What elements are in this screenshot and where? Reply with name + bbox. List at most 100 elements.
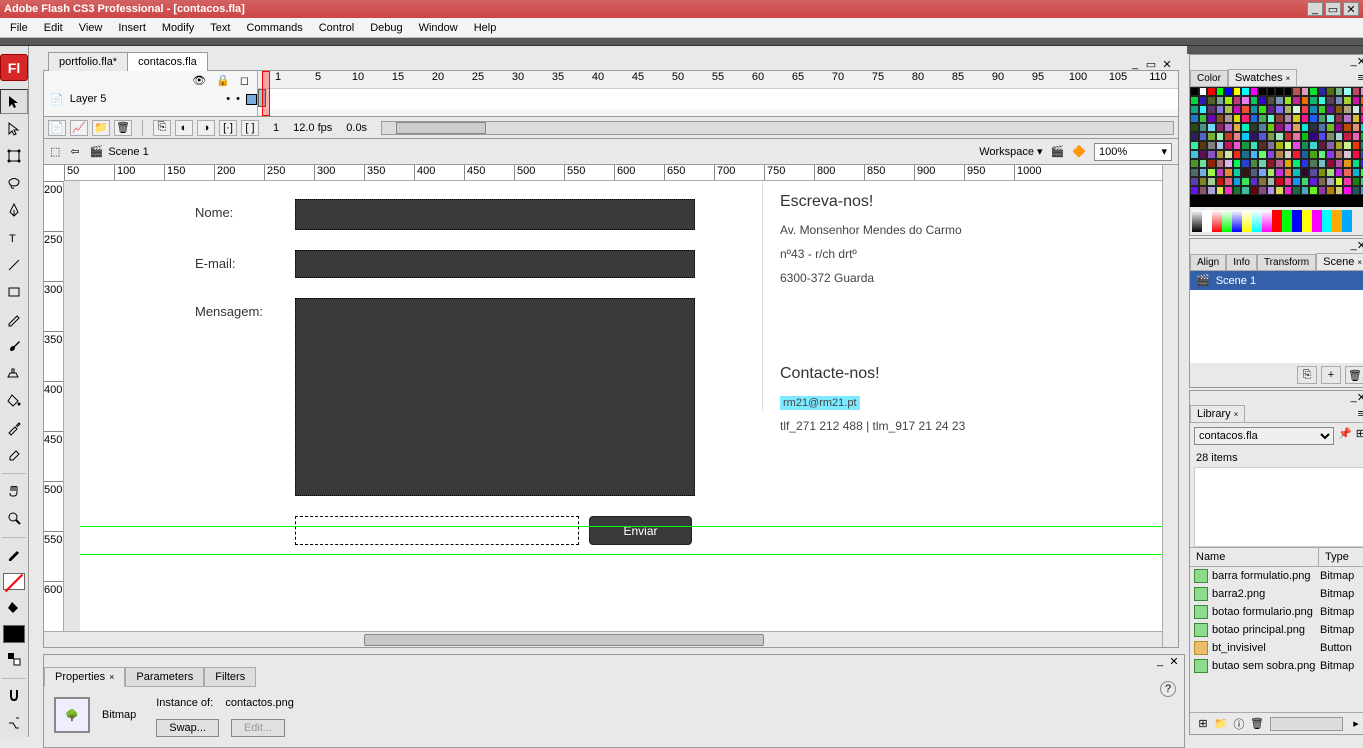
lib-scrollbar[interactable]	[1270, 717, 1343, 731]
menu-commands[interactable]: Commands	[238, 20, 310, 36]
onion-skin-icon[interactable]: ◐	[175, 120, 193, 136]
menu-help[interactable]: Help	[466, 20, 505, 36]
duplicate-scene-icon[interactable]: ⎘	[1297, 366, 1317, 384]
library-item[interactable]: butao sem sobra.pngBitmap	[1190, 657, 1363, 675]
fill-swatch[interactable]	[3, 625, 25, 642]
panel-close-icon[interactable]: ✕	[1167, 655, 1181, 667]
snap-tool-icon[interactable]	[0, 683, 28, 708]
delete-icon[interactable]: 🗑	[1248, 716, 1266, 732]
frames-row[interactable]	[258, 89, 1178, 109]
lasso-tool-icon[interactable]	[0, 171, 28, 196]
library-item[interactable]: barra formulatio.pngBitmap	[1190, 567, 1363, 585]
right-grip-top[interactable]	[1187, 46, 1363, 54]
panel-menu-icon[interactable]: ≡	[1353, 406, 1363, 422]
edit-scene-icon[interactable]: ⬚	[50, 145, 60, 158]
panel-min-icon[interactable]: _	[1153, 655, 1167, 667]
eyedropper-tool-icon[interactable]	[0, 415, 28, 440]
menu-edit[interactable]: Edit	[36, 20, 71, 36]
guide-line[interactable]	[80, 554, 1162, 555]
menu-control[interactable]: Control	[311, 20, 362, 36]
eye-icon[interactable]: 👁	[192, 74, 206, 87]
minimize-icon[interactable]: _	[1307, 2, 1323, 16]
menu-debug[interactable]: Debug	[362, 20, 410, 36]
free-transform-tool-icon[interactable]	[0, 143, 28, 168]
new-symbol-icon[interactable]: ⊞	[1194, 716, 1212, 732]
layer-lock-dot[interactable]: •	[236, 93, 240, 105]
playhead[interactable]	[262, 71, 270, 116]
pin-icon[interactable]: 📌	[1338, 427, 1352, 445]
tab-scene[interactable]: Scene×	[1316, 253, 1363, 270]
tab-align[interactable]: Align	[1190, 254, 1226, 270]
brush-tool-icon[interactable]	[0, 333, 28, 358]
new-folder-icon[interactable]: 📁	[92, 120, 110, 136]
new-folder-icon[interactable]: 📁	[1212, 716, 1230, 732]
hand-tool-icon[interactable]	[0, 478, 28, 503]
zoom-tool-icon[interactable]	[0, 505, 28, 530]
tab-filters[interactable]: Filters	[204, 667, 256, 687]
onion-outline-icon[interactable]: ◑	[197, 120, 215, 136]
modify-onion-icon[interactable]: [ ]	[241, 120, 259, 136]
menu-window[interactable]: Window	[411, 20, 466, 36]
scene-name[interactable]: Scene 1	[108, 146, 148, 158]
help-icon[interactable]: ?	[1160, 681, 1176, 697]
lock-icon[interactable]: 🔒	[216, 74, 230, 87]
tab-color[interactable]: Color	[1190, 70, 1228, 86]
stroke-swatch[interactable]	[3, 573, 25, 590]
back-arrow-icon[interactable]: ⇦	[70, 145, 79, 158]
timeline-scrollbar[interactable]	[381, 121, 1174, 135]
edit-symbols-icon[interactable]: 🔶	[1072, 145, 1086, 158]
ink-bottle-tool-icon[interactable]	[0, 361, 28, 386]
tab-swatches[interactable]: Swatches×	[1228, 69, 1297, 86]
paint-bucket-tool-icon[interactable]	[0, 388, 28, 413]
center-frame-icon[interactable]: ⎘	[153, 120, 171, 136]
guide-line[interactable]	[80, 526, 1162, 527]
doc-restore-icon[interactable]: ▭	[1144, 57, 1158, 71]
menu-file[interactable]: File	[2, 20, 36, 36]
tab-library[interactable]: Library×	[1190, 405, 1245, 422]
subselection-tool-icon[interactable]	[0, 116, 28, 141]
document-tab[interactable]: contacos.fla	[127, 52, 208, 71]
menu-view[interactable]: View	[71, 20, 111, 36]
delete-scene-icon[interactable]: 🗑	[1345, 366, 1363, 384]
library-item[interactable]: botao principal.pngBitmap	[1190, 621, 1363, 639]
lib-col-name[interactable]: Name	[1190, 548, 1319, 566]
panel-close-icon[interactable]: ✕	[1357, 55, 1363, 67]
menu-insert[interactable]: Insert	[110, 20, 154, 36]
layer-row[interactable]: 📄 Layer 5 • •	[44, 89, 257, 109]
tab-info[interactable]: Info	[1226, 254, 1257, 270]
tab-properties[interactable]: Properties×	[44, 667, 125, 687]
layer-outline-box[interactable]	[246, 94, 257, 105]
scene-list-item[interactable]: 🎬 Scene 1	[1190, 271, 1363, 290]
restore-icon[interactable]: ▭	[1325, 2, 1341, 16]
document-tab[interactable]: portfolio.fla*	[48, 52, 128, 71]
panel-menu-icon[interactable]: ≡	[1353, 70, 1363, 86]
swap-colors-icon[interactable]	[0, 647, 28, 672]
edit-multi-icon[interactable]: [·]	[219, 120, 237, 136]
library-item[interactable]: bt_invisivelButton	[1190, 639, 1363, 657]
properties-icon[interactable]: ⓘ	[1230, 716, 1248, 732]
rectangle-tool-icon[interactable]	[0, 279, 28, 304]
scroll-right-icon[interactable]: ▸	[1347, 716, 1363, 732]
close-icon[interactable]: ✕	[1343, 2, 1359, 16]
pen-tool-icon[interactable]	[0, 198, 28, 223]
edit-scene-icon2[interactable]: 🎬	[1051, 145, 1065, 158]
stage-v-scrollbar[interactable]	[1162, 165, 1178, 647]
new-layer-icon[interactable]: 📄	[48, 120, 66, 136]
stage[interactable]: Nome: E-mail: Mensagem:	[64, 181, 1162, 631]
tab-parameters[interactable]: Parameters	[125, 667, 204, 687]
docking-grip-top[interactable]	[0, 38, 1363, 46]
menu-text[interactable]: Text	[202, 20, 238, 36]
library-item[interactable]: barra2.pngBitmap	[1190, 585, 1363, 603]
delete-layer-icon[interactable]: 🗑	[114, 120, 132, 136]
workspace-dropdown[interactable]: Workspace ▾	[979, 145, 1042, 158]
new-lib-icon[interactable]: ⊞	[1356, 427, 1363, 445]
library-item[interactable]: botao formulario.pngBitmap	[1190, 603, 1363, 621]
swap-button[interactable]: Swap...	[156, 719, 219, 737]
doc-close-icon[interactable]: ✕	[1160, 57, 1174, 71]
gradient-swatches[interactable]	[1190, 207, 1363, 235]
tab-transform[interactable]: Transform	[1257, 254, 1316, 270]
fill-color-icon[interactable]	[0, 594, 28, 619]
swatches-grid[interactable]	[1190, 87, 1363, 207]
scene-list[interactable]: 🎬 Scene 1	[1190, 271, 1363, 363]
text-tool-icon[interactable]: T	[0, 225, 28, 250]
